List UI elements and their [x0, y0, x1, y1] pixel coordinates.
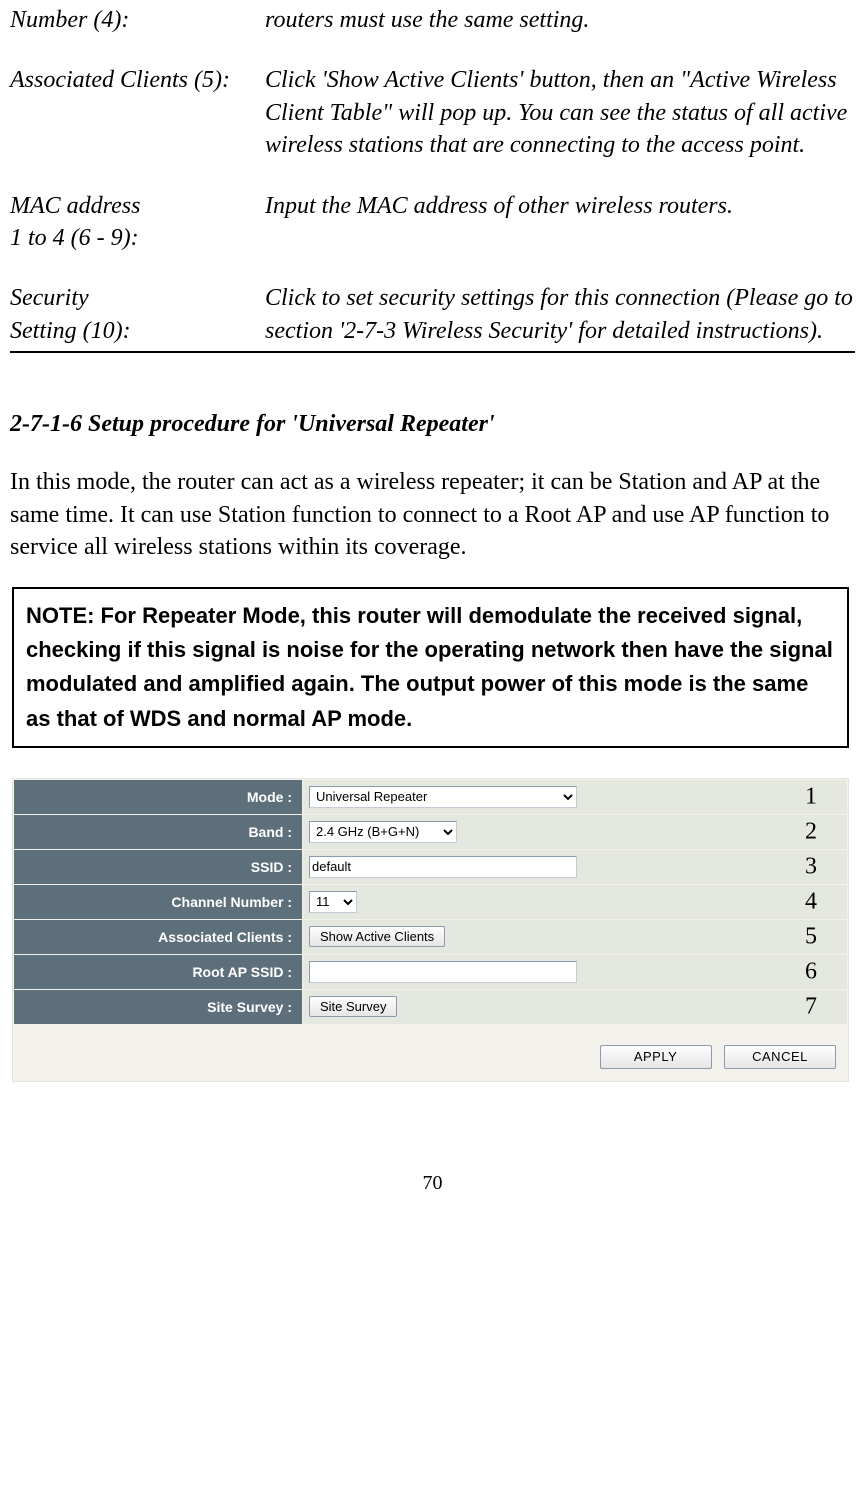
- settings-label: Mode :: [14, 780, 302, 814]
- callout-number: 6: [805, 958, 817, 985]
- def-term: Associated Clients (5):: [10, 64, 265, 161]
- divider: [10, 351, 855, 353]
- callout-number: 2: [805, 818, 817, 845]
- cancel-button[interactable]: CANCEL: [724, 1045, 836, 1069]
- settings-label: Site Survey :: [14, 990, 302, 1024]
- settings-row: SSID : 3: [14, 850, 847, 884]
- settings-value-cell: 11 4: [303, 885, 847, 919]
- section-heading: 2-7-1-6 Setup procedure for 'Universal R…: [10, 411, 855, 438]
- settings-value-cell: Show Active Clients 5: [303, 920, 847, 954]
- settings-label: SSID :: [14, 850, 302, 884]
- settings-label: Channel Number :: [14, 885, 302, 919]
- settings-label: Root AP SSID :: [14, 955, 302, 989]
- page-number: 70: [10, 1172, 855, 1195]
- def-description: Click to set security settings for this …: [265, 282, 855, 347]
- intro-paragraph: In this mode, the router can act as a wi…: [10, 466, 855, 563]
- settings-row: Site Survey : Site Survey 7: [14, 990, 847, 1024]
- settings-row: Channel Number : 11 4: [14, 885, 847, 919]
- callout-number: 3: [805, 853, 817, 880]
- callout-number: 4: [805, 888, 817, 915]
- settings-select[interactable]: 2.4 GHz (B+G+N): [309, 821, 457, 843]
- settings-select[interactable]: Universal Repeater: [309, 786, 577, 808]
- settings-value-cell: 2.4 GHz (B+G+N) 2: [303, 815, 847, 849]
- settings-label: Band :: [14, 815, 302, 849]
- settings-row: Band : 2.4 GHz (B+G+N) 2: [14, 815, 847, 849]
- settings-select[interactable]: 11: [309, 891, 357, 913]
- def-description: routers must use the same setting.: [265, 4, 855, 36]
- def-term: Security Setting (10):: [10, 282, 265, 347]
- settings-row: Root AP SSID : 6: [14, 955, 847, 989]
- def-term: Number (4):: [10, 4, 265, 36]
- settings-label: Associated Clients :: [14, 920, 302, 954]
- settings-value-cell: Site Survey 7: [303, 990, 847, 1024]
- settings-table: Mode :Universal Repeater1Band :2.4 GHz (…: [13, 779, 848, 1025]
- settings-panel: Mode :Universal Repeater1Band :2.4 GHz (…: [12, 778, 849, 1082]
- settings-input[interactable]: [309, 856, 577, 878]
- settings-input[interactable]: [309, 961, 577, 983]
- definitions-block: Number (4): routers must use the same se…: [10, 4, 855, 347]
- def-description: Click 'Show Active Clients' button, then…: [265, 64, 855, 161]
- settings-value-cell: 3: [303, 850, 847, 884]
- note-box: NOTE: For Repeater Mode, this router wil…: [12, 587, 849, 747]
- def-description: Input the MAC address of other wireless …: [265, 190, 855, 255]
- callout-number: 7: [805, 993, 817, 1020]
- settings-row: Associated Clients : Show Active Clients 5: [14, 920, 847, 954]
- settings-action-button[interactable]: Site Survey: [309, 996, 397, 1017]
- def-term: MAC address 1 to 4 (6 - 9):: [10, 190, 265, 255]
- apply-button[interactable]: APPLY: [600, 1045, 712, 1069]
- callout-number: 1: [805, 783, 817, 810]
- settings-action-button[interactable]: Show Active Clients: [309, 926, 445, 947]
- settings-value-cell: 6: [303, 955, 847, 989]
- settings-row: Mode : Universal Repeater 1: [14, 780, 847, 814]
- callout-number: 5: [805, 923, 817, 950]
- settings-value-cell: Universal Repeater 1: [303, 780, 847, 814]
